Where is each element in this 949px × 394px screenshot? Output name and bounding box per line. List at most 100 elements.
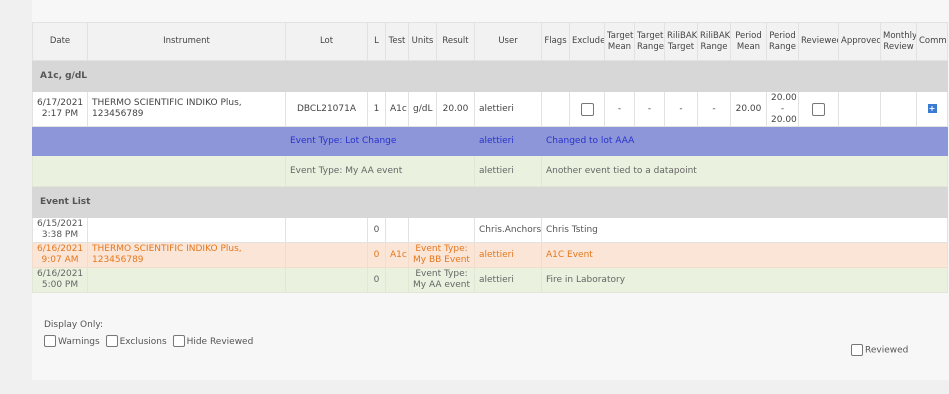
- hide-reviewed-filter[interactable]: Hide Reviewed: [172, 335, 253, 347]
- reviewed-filter-label: Reviewed: [865, 345, 909, 356]
- lot-cell: [285, 267, 368, 293]
- date-cell: 6/15/2021 3:38 PM: [32, 217, 88, 243]
- date: 6/17/2021: [37, 98, 84, 108]
- time: 5:00 PM: [41, 280, 79, 290]
- date: 6/16/2021: [37, 244, 84, 254]
- event-description: Another event tied to a datapoint: [541, 155, 948, 187]
- test-cell: A1c: [385, 242, 409, 268]
- col-date[interactable]: Date: [32, 22, 88, 61]
- col-flags[interactable]: Flags: [541, 22, 570, 61]
- col-level[interactable]: L: [367, 22, 386, 61]
- qc-data-table: Date Instrument Lot L Test Units Result …: [32, 22, 948, 293]
- level-cell: 0: [367, 242, 386, 268]
- col-user[interactable]: User: [474, 22, 542, 61]
- exclusions-label: Exclusions: [119, 336, 167, 347]
- period-range-sep: -: [780, 103, 785, 114]
- time: 3:38 PM: [41, 230, 79, 240]
- comment-cell: +: [916, 91, 948, 127]
- instrument-cell: THERMO SCIENTIFIC INDIKO Plus, 123456789: [87, 91, 286, 127]
- result-cell: 20.00: [436, 91, 475, 127]
- group-title: Event List: [32, 186, 948, 218]
- group-header-event-list: Event List: [32, 186, 948, 218]
- date-cell: 6/16/2021 9:07 AM: [32, 242, 88, 268]
- rilibak-target-cell: -: [664, 91, 698, 127]
- event-empty: [32, 126, 286, 156]
- exclusions-checkbox[interactable]: [105, 335, 118, 347]
- warnings-label: Warnings: [58, 336, 100, 347]
- col-test[interactable]: Test: [385, 22, 409, 61]
- event-row-lot-change[interactable]: Event Type: Lot Change alettieri Changed…: [32, 126, 948, 156]
- date: 6/15/2021: [37, 219, 84, 229]
- lot-cell: DBCL21071A: [285, 91, 368, 127]
- col-reviewed[interactable]: Reviewed: [798, 22, 839, 61]
- event-type-cell: [408, 217, 475, 243]
- col-excluded[interactable]: Excluded: [569, 22, 605, 61]
- filter-footer: Display Only: Warnings Exclusions Hide R…: [32, 310, 949, 380]
- exclusions-filter[interactable]: Exclusions: [105, 335, 167, 347]
- instrument-cell: [87, 217, 286, 243]
- approved-cell: [838, 91, 881, 127]
- lot-cell: [285, 217, 368, 243]
- event-description: Changed to lot AAA: [541, 126, 948, 156]
- display-only-label: Display Only:: [44, 320, 104, 330]
- col-approved[interactable]: Approved: [838, 22, 881, 61]
- period-mean-cell: 20.00: [730, 91, 767, 127]
- test-cell: [385, 267, 409, 293]
- list-item[interactable]: 6/16/2021 9:07 AM THERMO SCIENTIFIC INDIK…: [32, 242, 948, 268]
- period-range-low: 20.00: [771, 92, 797, 103]
- event-user: alettieri: [474, 155, 542, 187]
- date-cell: 6/17/2021 2:17 PM: [32, 91, 88, 127]
- col-lot[interactable]: Lot: [285, 22, 368, 61]
- flags-cell: [541, 91, 570, 127]
- event-type: Event Type: My AA event: [285, 155, 475, 187]
- group-header-a1c: A1c, g/dL: [32, 60, 948, 92]
- lot-cell: [285, 242, 368, 268]
- warnings-checkbox[interactable]: [44, 335, 56, 347]
- col-result[interactable]: Result: [436, 22, 475, 61]
- reviewed-checkbox[interactable]: [812, 102, 825, 116]
- user-cell: alettieri: [474, 267, 542, 293]
- col-rilibak-range[interactable]: RiliBAK Range: [697, 22, 731, 61]
- hide-reviewed-checkbox[interactable]: [172, 335, 185, 347]
- event-type-cell: Event Type: My AA event: [408, 267, 475, 293]
- col-monthly-review[interactable]: Monthly Review: [880, 22, 917, 61]
- time: 9:07 AM: [41, 255, 79, 265]
- group-title: A1c, g/dL: [32, 60, 948, 92]
- list-item[interactable]: 6/16/2021 5:00 PM 0 Event Type: My AA eve…: [32, 267, 948, 293]
- list-item[interactable]: 6/15/2021 3:38 PM 0 Chris.Anchors Chris T…: [32, 217, 948, 243]
- reviewed-filter-checkbox[interactable]: [851, 344, 863, 356]
- col-comment[interactable]: Comment: [916, 22, 948, 61]
- date-cell: 6/16/2021 5:00 PM: [32, 267, 88, 293]
- description-cell: Chris Tsting: [541, 217, 948, 243]
- level-cell: 0: [367, 217, 386, 243]
- table-row[interactable]: 6/17/2021 2:17 PM THERMO SCIENTIFIC INDIK…: [32, 91, 948, 127]
- col-units[interactable]: Units: [408, 22, 437, 61]
- description-cell: Fire in Laboratory: [541, 267, 948, 293]
- col-rilibak-target[interactable]: RiliBAK Target: [664, 22, 698, 61]
- reviewed-filter[interactable]: Reviewed: [851, 344, 908, 356]
- col-instrument[interactable]: Instrument: [87, 22, 286, 61]
- event-user: alettieri: [474, 126, 542, 156]
- time: 2:17 PM: [41, 109, 79, 119]
- reviewed-cell: [798, 91, 839, 127]
- period-range-cell: 20.00-20.00: [766, 91, 799, 127]
- target-range-cell: -: [634, 91, 665, 127]
- col-period-range[interactable]: Period Range: [766, 22, 799, 61]
- description-cell: A1C Event: [541, 242, 948, 268]
- warnings-filter[interactable]: Warnings: [44, 335, 100, 347]
- excluded-checkbox[interactable]: [580, 102, 594, 116]
- level-cell: 1: [367, 91, 386, 127]
- col-target-range[interactable]: Target Range: [634, 22, 665, 61]
- rilibak-range-cell: -: [697, 91, 731, 127]
- user-cell: alettieri: [474, 242, 542, 268]
- col-period-mean[interactable]: Period Mean: [730, 22, 767, 61]
- add-comment-icon[interactable]: +: [927, 103, 937, 113]
- instrument-cell: THERMO SCIENTIFIC INDIKO Plus, 123456789: [87, 242, 286, 268]
- user-cell: Chris.Anchors: [474, 217, 542, 243]
- col-target-mean[interactable]: Target Mean: [604, 22, 635, 61]
- excluded-cell: [569, 91, 605, 127]
- event-row-aa[interactable]: Event Type: My AA event alettieri Anothe…: [32, 155, 948, 187]
- event-type-cell: Event Type: My BB Event: [408, 242, 475, 268]
- top-strip: [32, 0, 949, 22]
- level-cell: 0: [367, 267, 386, 293]
